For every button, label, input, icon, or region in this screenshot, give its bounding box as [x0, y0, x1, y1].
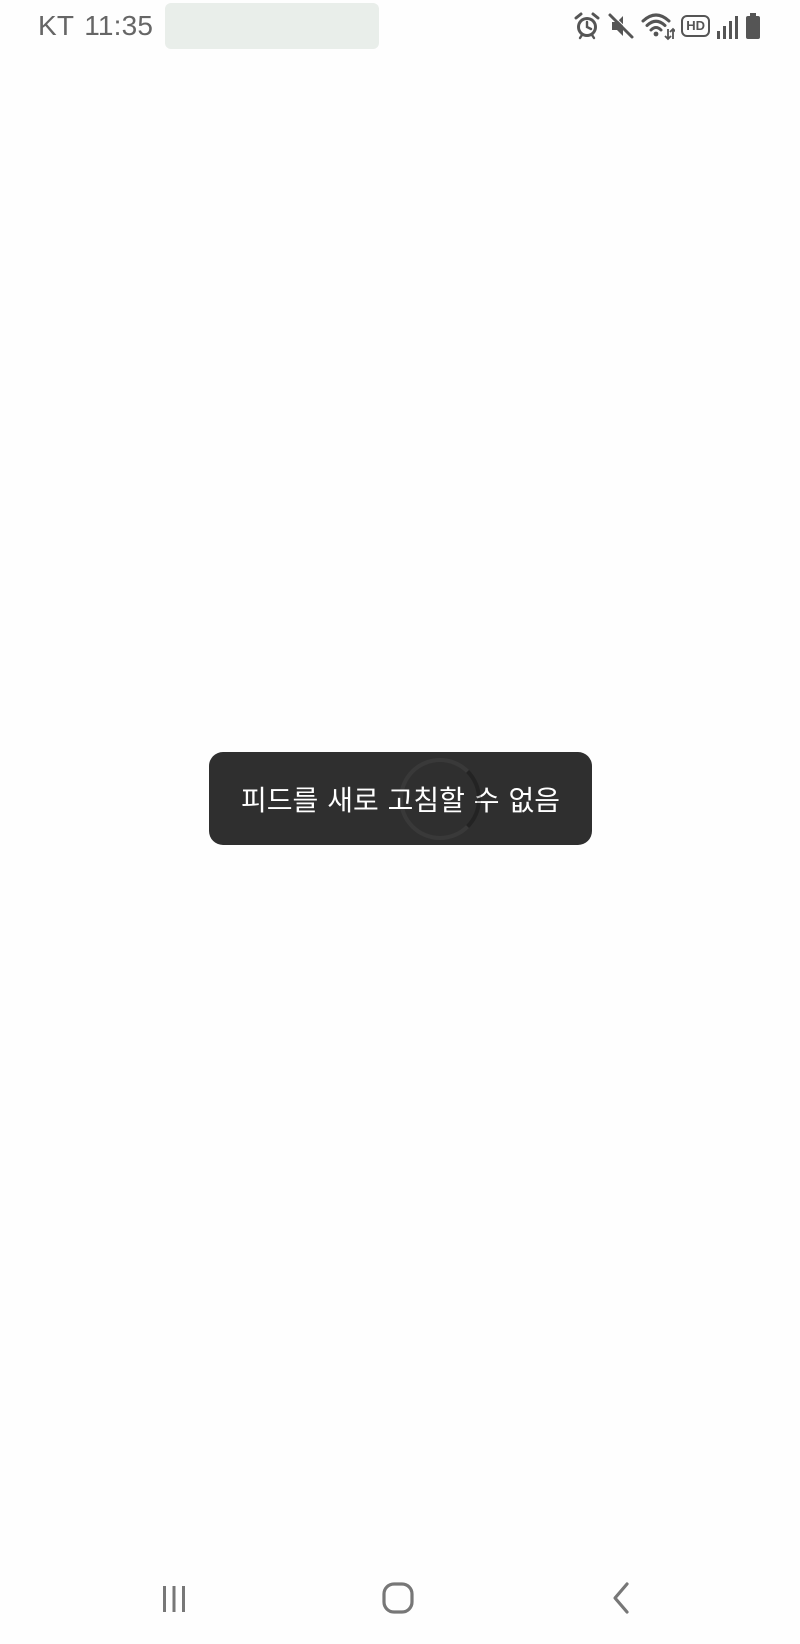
carrier-label: KT: [38, 10, 75, 41]
status-icons: HD: [573, 8, 762, 44]
home-button[interactable]: [368, 1568, 428, 1628]
back-button[interactable]: [592, 1568, 652, 1628]
clock: 11:35: [84, 10, 154, 41]
toast-message: 피드를 새로 고침할 수 없음: [209, 752, 592, 845]
status-bar: KT 11:35 HD: [0, 0, 800, 52]
recent-apps-icon: [163, 1586, 185, 1612]
home-icon: [382, 1582, 414, 1614]
loading-spinner-icon: [399, 758, 481, 840]
wifi-icon: [641, 11, 676, 41]
alarm-icon: [573, 11, 601, 41]
back-icon: [613, 1582, 629, 1614]
hd-label: HD: [681, 15, 710, 37]
redacted-notification-area: [165, 3, 379, 49]
status-left: KT 11:35: [38, 6, 153, 46]
navigation-bar: [0, 1550, 800, 1644]
recent-apps-button[interactable]: [144, 1568, 204, 1628]
signal-icon: [716, 11, 738, 41]
mute-icon: [607, 11, 635, 41]
battery-icon: [744, 11, 762, 41]
hd-voice-icon: HD: [681, 11, 710, 41]
